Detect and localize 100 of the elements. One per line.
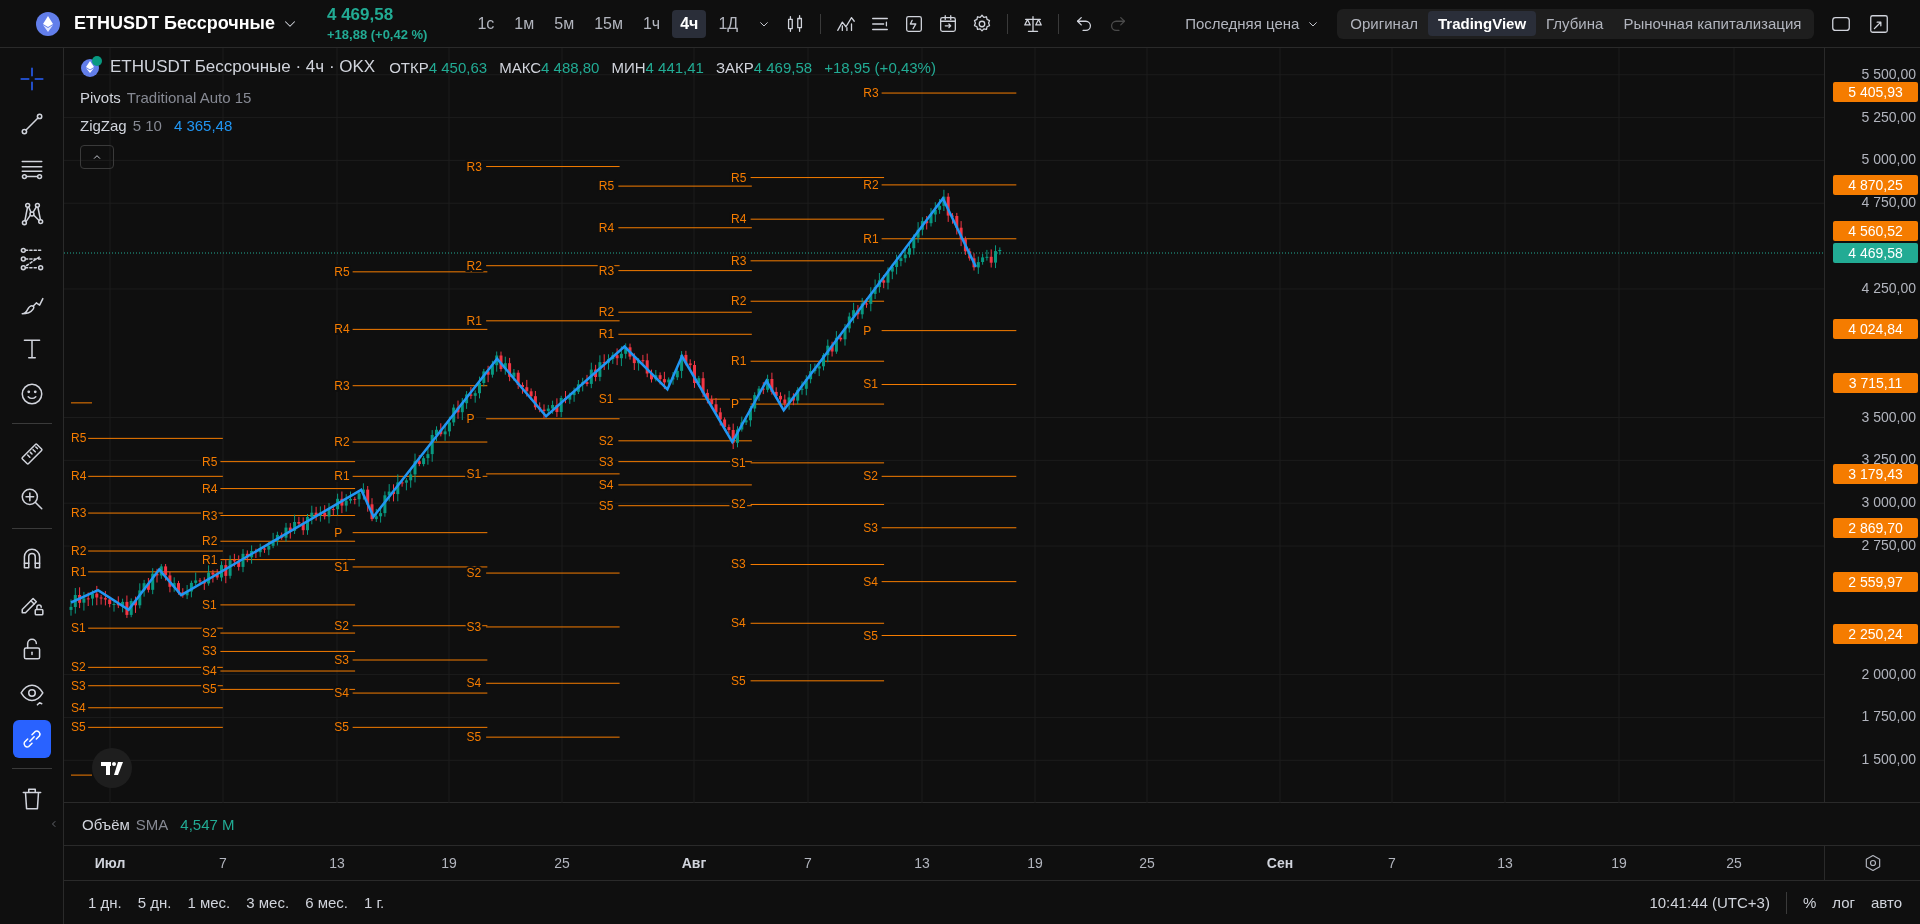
pivot-label: S3	[598, 454, 614, 469]
price-tick: 1 500,00	[1861, 751, 1916, 768]
pivot-label: R2	[466, 258, 482, 273]
pivot-label: S4	[334, 686, 349, 701]
interval-tab[interactable]: 1Д	[710, 9, 747, 38]
pivot-label: S5	[466, 730, 482, 745]
last-price: 4 469,58	[327, 5, 395, 25]
pivot-label: S4	[466, 676, 482, 691]
price-tick: 3 000,00	[1861, 494, 1916, 511]
pivot-label: R5	[202, 454, 218, 469]
price-tick: 3 500,00	[1861, 408, 1916, 425]
range-button[interactable]: 3 мес.	[246, 894, 290, 911]
pivot-label: P	[334, 525, 343, 540]
pivot-label: S3	[863, 520, 878, 535]
pivot-label: S1	[71, 621, 86, 636]
pivot-label: R1	[334, 469, 350, 484]
pivot-label: S3	[71, 678, 86, 693]
price-tick: 1 750,00	[1861, 708, 1916, 725]
price-marker: 3 179,43	[1833, 464, 1918, 484]
interval-tab[interactable]: 15м	[586, 9, 631, 38]
pivot-label: R2	[598, 305, 615, 320]
pivot-label: R5	[731, 170, 747, 185]
pivot-label: R3	[731, 253, 747, 268]
indicator-value: 4 365,48	[173, 117, 233, 134]
pivot-label: P	[863, 323, 872, 338]
interval-tab[interactable]: 1с	[469, 9, 503, 38]
symbol-name[interactable]: ETHUSDT Бессрочные	[74, 13, 275, 34]
range-button[interactable]: 1 г.	[363, 894, 385, 911]
pivot-label: S4	[202, 664, 217, 679]
interval-tab[interactable]: 1ч	[634, 9, 669, 38]
time-label: Сен	[1266, 855, 1294, 871]
pivot-label: R3	[863, 86, 879, 101]
interval-tab[interactable]: 5м	[546, 9, 583, 38]
scale-option[interactable]: лог	[1832, 894, 1855, 911]
pivot-label: R2	[334, 435, 350, 450]
range-button[interactable]: 1 дн.	[88, 894, 122, 911]
chart-title: ETHUSDT Бессрочные · 4ч · OKX	[110, 57, 376, 77]
price-tick: 5 250,00	[1861, 108, 1916, 125]
pivot-label: R5	[71, 431, 87, 446]
price-source-dropdown[interactable]: Последняя цена	[1185, 15, 1300, 32]
indicator-params: Traditional Auto 15	[126, 89, 252, 106]
pivot-label: S5	[598, 498, 614, 513]
pivot-label: S5	[71, 720, 86, 735]
pivot-label: R1	[863, 231, 879, 246]
pivot-label: R4	[598, 220, 615, 235]
pivot-label: S5	[863, 628, 878, 643]
price-marker: 4 024,84	[1833, 319, 1918, 339]
pivot-label: R1	[466, 313, 482, 328]
pivot-label: R3	[71, 506, 87, 521]
pivot-label: R1	[731, 354, 747, 369]
ohlc-value: 4 450,63	[428, 58, 488, 76]
pivot-label: S2	[71, 660, 86, 675]
view-tab[interactable]: Рыночная капитализация	[1613, 11, 1812, 36]
price-tick: 2 000,00	[1861, 665, 1916, 682]
price-change: +18,88 (+0,42 %)	[327, 27, 428, 42]
ohlc-change: +18,95 (+0,43%)	[824, 58, 936, 76]
view-tab[interactable]: Глубина	[1536, 11, 1614, 36]
ohlc-value: 4 441,41	[645, 58, 704, 76]
time-label: 19	[1611, 855, 1627, 871]
range-button[interactable]: 1 мес.	[187, 894, 231, 911]
volume-value: 4,547 M	[180, 815, 235, 833]
pivot-label: R1	[598, 327, 615, 342]
pivot-label: R5	[334, 264, 350, 279]
pivot-label: R4	[71, 469, 87, 484]
indicator-name[interactable]: Pivots	[80, 89, 121, 106]
ohlc-label: МАКС	[499, 58, 542, 76]
time-label: 13	[1497, 855, 1513, 871]
range-button[interactable]: 6 мес.	[305, 894, 348, 911]
scale-option[interactable]: %	[1802, 894, 1817, 911]
indicator-name[interactable]: ZigZag	[80, 117, 127, 134]
price-tick: 5 500,00	[1861, 65, 1916, 82]
scale-option[interactable]: авто	[1870, 894, 1902, 911]
pivot-label: S5	[334, 720, 349, 735]
pivot-label: P	[731, 397, 740, 412]
price-marker: 4 870,25	[1833, 175, 1918, 195]
pivot-label: S5	[202, 682, 217, 697]
pivot-label: S1	[863, 377, 878, 392]
pivot-label: S2	[202, 626, 217, 641]
range-button[interactable]: 5 дн.	[137, 894, 172, 911]
price-marker: 4 469,58	[1833, 243, 1918, 263]
pivot-label: R5	[598, 179, 615, 194]
view-tab[interactable]: TradingView	[1428, 11, 1537, 36]
pivot-label: S1	[202, 597, 217, 612]
pivot-label: S3	[334, 653, 349, 667]
volume-ma: SMA	[135, 815, 169, 833]
ohlc-label: ЗАКР	[715, 58, 754, 76]
price-tick: 4 250,00	[1861, 279, 1916, 296]
indicator-params: 5 10	[132, 117, 162, 134]
pivot-label: R2	[202, 534, 218, 549]
pivot-label: S2	[598, 433, 614, 448]
pivot-label: S4	[731, 616, 746, 631]
interval-tab[interactable]: 4ч	[672, 9, 707, 38]
time-label: 13	[914, 855, 930, 871]
time-label: Авг	[681, 855, 707, 871]
pivot-label: S3	[202, 644, 217, 659]
view-tab[interactable]: Оригинал	[1340, 11, 1428, 36]
pivot-label: S2	[334, 618, 349, 633]
pivot-label: R2	[71, 544, 87, 559]
interval-tab[interactable]: 1м	[506, 9, 543, 38]
ohlc-value: 4 488,80	[541, 58, 600, 76]
